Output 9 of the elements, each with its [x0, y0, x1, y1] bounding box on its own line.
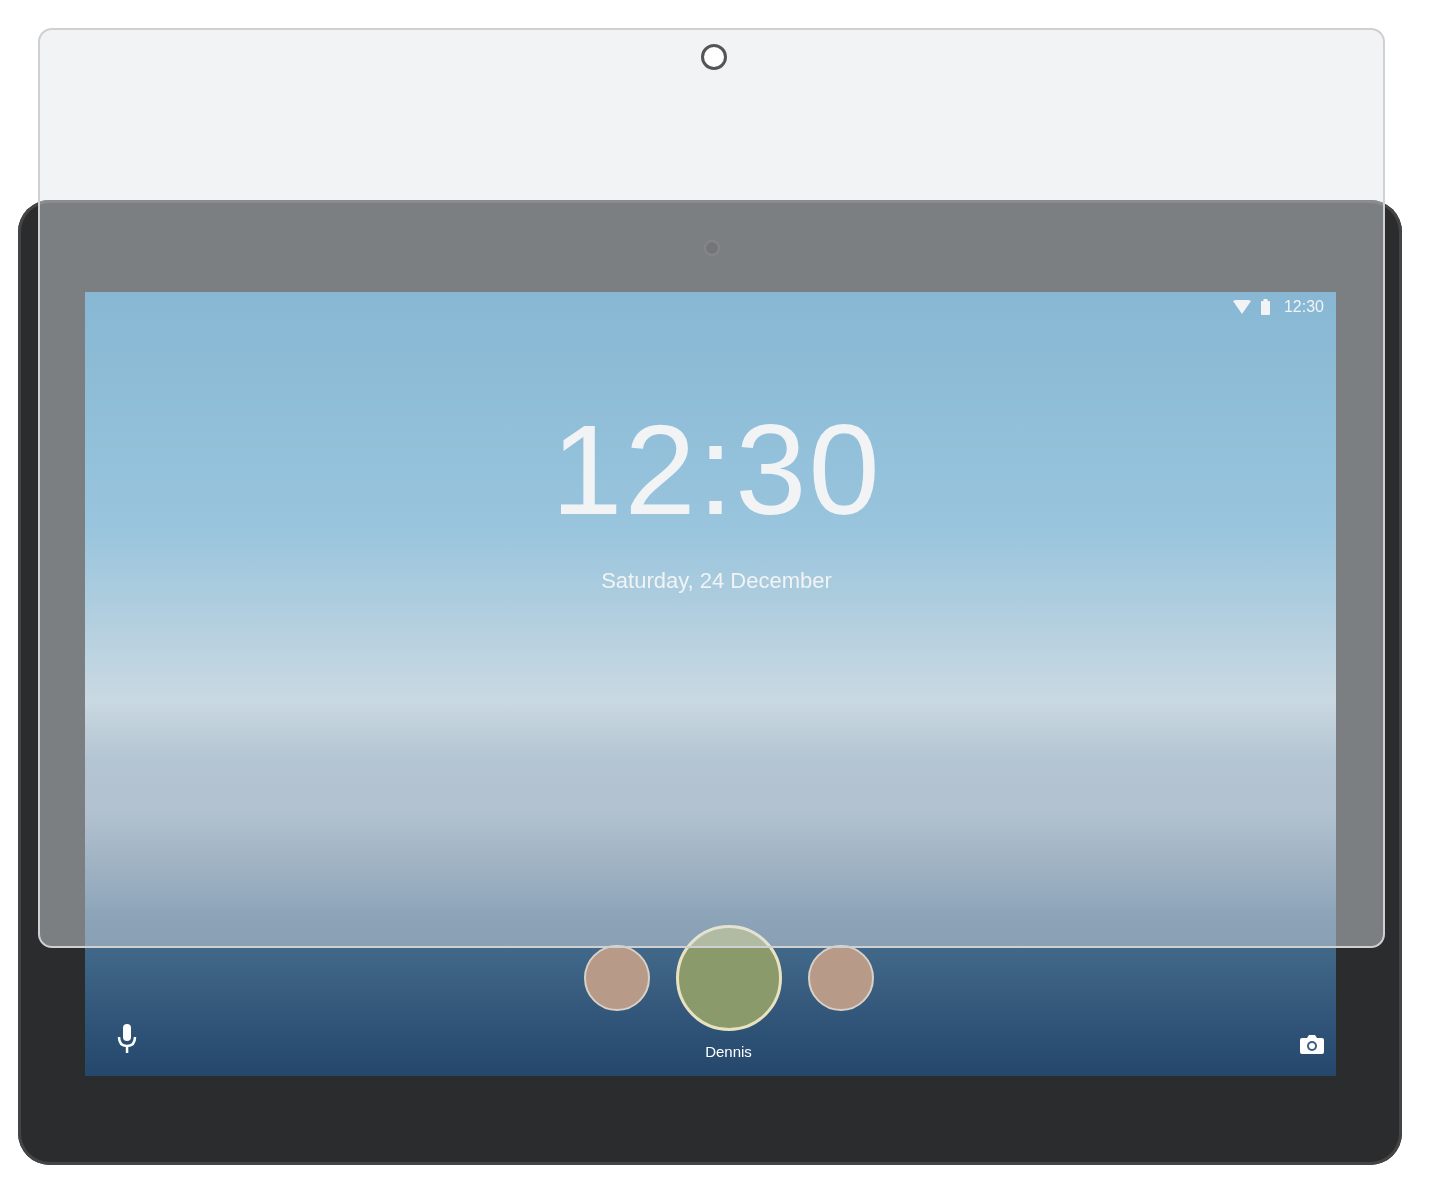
camera-cutout-icon [701, 44, 727, 70]
status-time: 12:30 [1283, 298, 1324, 316]
battery-icon [1260, 299, 1270, 315]
microphone-icon[interactable] [117, 1024, 137, 1054]
clock-date: Saturday, 24 December [601, 568, 832, 594]
camera-icon[interactable] [1300, 1034, 1324, 1054]
wifi-icon [1232, 300, 1251, 314]
user-name: Dennis [705, 1043, 752, 1060]
clock-time: 12:30 [551, 406, 882, 534]
